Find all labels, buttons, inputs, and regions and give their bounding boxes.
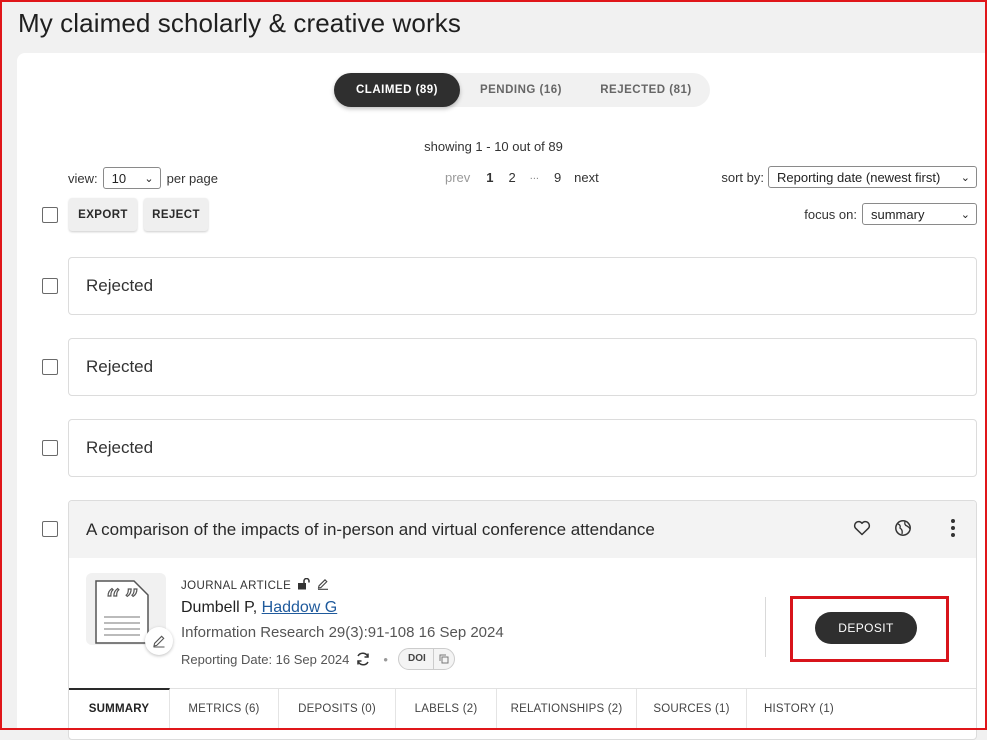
tab-rejected[interactable]: REJECTED (81)	[582, 73, 710, 107]
row-checkbox[interactable]	[42, 440, 58, 456]
reject-button[interactable]: REJECT	[144, 198, 208, 231]
refresh-icon[interactable]	[355, 651, 371, 667]
pencil-icon[interactable]	[145, 627, 173, 655]
showing-count: showing 1 - 10 out of 89	[424, 139, 563, 154]
status-tabs: CLAIMED (89) PENDING (16) REJECTED (81)	[334, 73, 710, 107]
work-type: JOURNAL ARTICLE	[181, 579, 292, 592]
tab-deposits[interactable]: DEPOSITS (0)	[279, 689, 396, 729]
tab-history[interactable]: HISTORY (1)	[747, 689, 851, 729]
tab-sources[interactable]: SOURCES (1)	[637, 689, 747, 729]
pencil-icon[interactable]	[317, 578, 329, 593]
authors: Dumbell P, Haddow G	[181, 599, 337, 617]
more-vertical-icon[interactable]	[942, 517, 964, 539]
view-label: view:	[68, 170, 98, 186]
row-checkbox[interactable]	[42, 359, 58, 375]
rejected-item[interactable]: Rejected	[68, 257, 977, 315]
pager-prev[interactable]: prev	[445, 170, 470, 185]
tab-pending[interactable]: PENDING (16)	[460, 73, 582, 107]
tab-labels[interactable]: LABELS (2)	[396, 689, 497, 729]
chevron-down-icon: ⌄	[144, 172, 154, 185]
svg-text:“: “	[105, 584, 120, 619]
tab-claimed[interactable]: CLAIMED (89)	[334, 73, 460, 107]
pager-page-2[interactable]: 2	[509, 170, 516, 185]
pager-page-1[interactable]: 1	[486, 170, 493, 185]
globe-icon[interactable]	[892, 517, 914, 539]
chevron-down-icon: ⌄	[960, 208, 970, 221]
sort-label: sort by:	[721, 169, 764, 185]
page-title: My claimed scholarly & creative works	[18, 8, 461, 38]
heart-icon[interactable]	[851, 517, 873, 539]
pager-page-9[interactable]: 9	[554, 170, 561, 185]
per-page-control: view: 10 ⌄ per page	[68, 166, 218, 190]
work-tabs: SUMMARY METRICS (6) DEPOSITS (0) LABELS …	[69, 688, 976, 729]
pagination: prev 1 2 ... 9 next	[445, 170, 599, 185]
select-all-checkbox[interactable]	[42, 207, 58, 223]
sort-control: sort by: Reporting date (newest first) ⌄	[721, 166, 977, 188]
sort-value: Reporting date (newest first)	[777, 169, 941, 185]
tab-metrics[interactable]: METRICS (6)	[170, 689, 279, 729]
svg-text:”: ”	[124, 584, 139, 619]
author-link[interactable]: Haddow G	[262, 599, 338, 616]
rejected-item[interactable]: Rejected	[68, 338, 977, 396]
row-checkbox[interactable]	[42, 278, 58, 294]
reporting-date: Reporting Date: 16 Sep 2024	[181, 651, 350, 667]
work-card: A comparison of the impacts of in-person…	[68, 500, 977, 740]
work-type-row: JOURNAL ARTICLE	[181, 577, 329, 593]
work-title[interactable]: A comparison of the impacts of in-person…	[86, 520, 655, 540]
per-page-suffix: per page	[166, 170, 218, 186]
reporting-row: Reporting Date: 16 Sep 2024 • DOI	[181, 648, 455, 670]
tab-relationships[interactable]: RELATIONSHIPS (2)	[497, 689, 637, 729]
sort-select[interactable]: Reporting date (newest first) ⌄	[768, 166, 977, 188]
pager-ellipsis: ...	[529, 170, 539, 182]
focus-select[interactable]: summary ⌄	[862, 203, 977, 225]
per-page-select[interactable]: 10 ⌄	[102, 167, 161, 189]
doi-label: DOI	[399, 649, 434, 669]
vertical-divider	[765, 597, 766, 657]
author-plain: Dumbell P,	[181, 599, 262, 616]
rejected-label: Rejected	[86, 438, 154, 457]
work-header: A comparison of the impacts of in-person…	[69, 501, 976, 558]
per-page-value: 10	[111, 170, 127, 186]
deposit-button[interactable]: DEPOSIT	[815, 612, 917, 644]
row-checkbox[interactable]	[42, 521, 58, 537]
tab-summary[interactable]: SUMMARY	[69, 688, 170, 728]
focus-control: focus on: summary ⌄	[804, 203, 977, 225]
separator-dot: •	[383, 651, 388, 667]
export-button[interactable]: EXPORT	[69, 198, 137, 231]
copy-icon[interactable]	[434, 654, 449, 664]
focus-value: summary	[871, 206, 925, 222]
doi-button[interactable]: DOI	[397, 648, 455, 670]
pager-next[interactable]: next	[574, 170, 599, 185]
rejected-label: Rejected	[86, 276, 154, 295]
focus-label: focus on:	[804, 206, 857, 222]
citation: Information Research 29(3):91-108 16 Sep…	[181, 624, 504, 641]
rejected-item[interactable]: Rejected	[68, 419, 977, 477]
rejected-label: Rejected	[86, 357, 154, 376]
chevron-down-icon: ⌄	[960, 171, 970, 184]
lock-open-icon	[297, 577, 311, 593]
